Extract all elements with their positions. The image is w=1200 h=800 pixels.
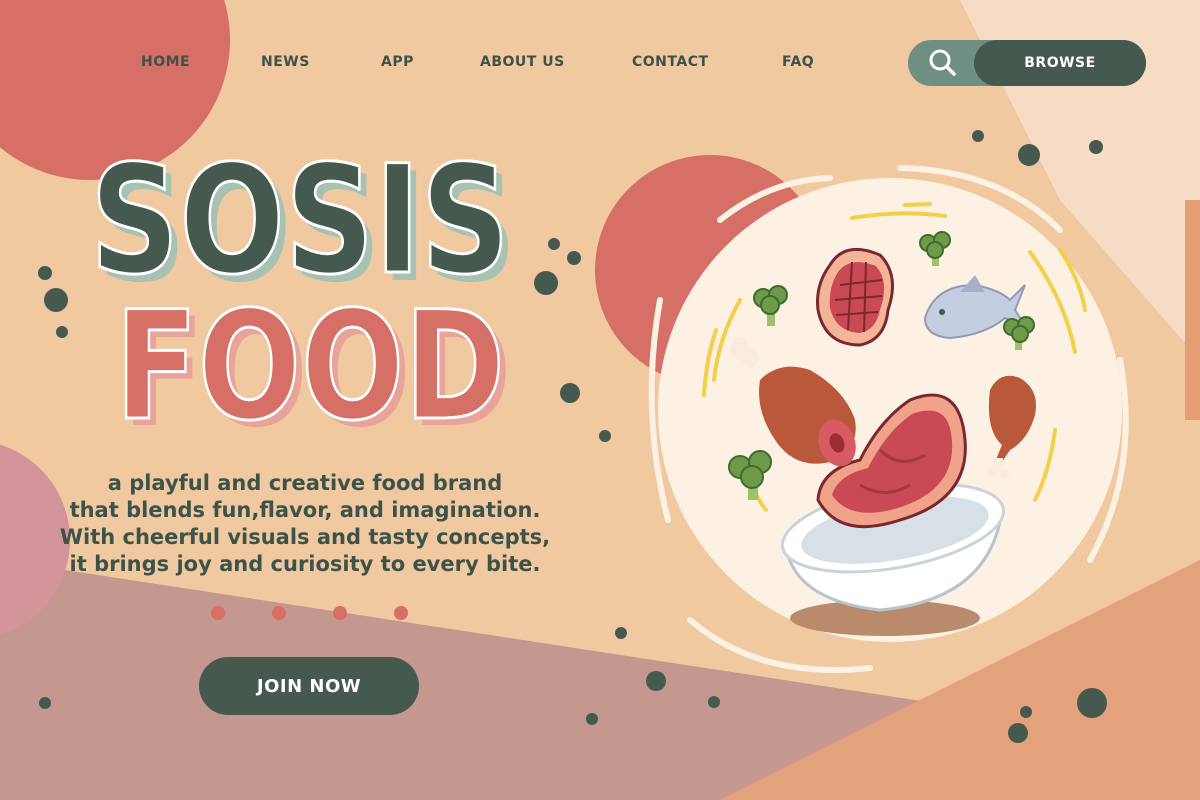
food-illustration — [595, 155, 1129, 673]
